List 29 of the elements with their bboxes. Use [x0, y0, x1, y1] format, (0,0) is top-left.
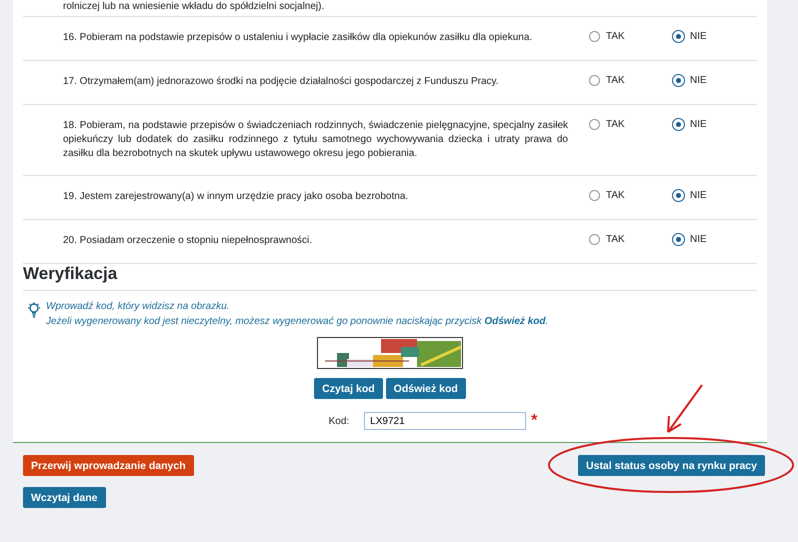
load-button[interactable]: Wczytaj dane: [23, 487, 106, 508]
submit-button[interactable]: Ustal status osoby na rynku pracy: [578, 455, 765, 476]
radio-option[interactable]: TAK: [589, 119, 673, 130]
cancel-button[interactable]: Przerwij wprowadzanie danych: [23, 455, 194, 476]
radio-option[interactable]: NIE: [673, 31, 757, 42]
code-field[interactable]: LX9721: [364, 412, 526, 430]
question-text: 17. Otrzymałem(am) jednorazowo środki na podjęcie działalności gospodarczej z Funduszu Pracy.: [63, 75, 500, 89]
radio-option[interactable]: NIE: [673, 190, 757, 201]
captcha-button[interactable]: Czytaj kod: [314, 378, 383, 399]
radio-option[interactable]: NIE: [673, 234, 757, 245]
lightbulb-icon: [27, 302, 41, 318]
radio-option[interactable]: TAK: [589, 234, 673, 245]
hint-text: Wprowadź kod, który widzisz na obrazku.: [46, 300, 230, 314]
question-text: rolniczej lub na wniesienie wkładu do spółdzielni socjalnej).: [23, 0, 757, 17]
captcha-button[interactable]: Odśwież kod: [386, 378, 466, 399]
radio-option[interactable]: TAK: [589, 190, 673, 201]
annotation-arrow: [666, 384, 704, 434]
radio-option[interactable]: NIE: [673, 75, 757, 86]
section-heading: Weryfikacja: [23, 264, 757, 291]
question-text: 16. Pobieram na podstawie przepisów o ustaleniu i wypłacie zasiłków dla opiekunów zasiłku dla opiekuna.: [63, 31, 534, 45]
required-mark: *: [531, 416, 538, 426]
radio-option[interactable]: NIE: [673, 119, 757, 130]
radio-option[interactable]: TAK: [589, 31, 673, 42]
radio-option[interactable]: TAK: [589, 75, 673, 86]
hint-text: Jeżeli wygenerowany kod jest nieczytelny, możesz wygenerować go ponownie naciskając przycisk Odśwież kod.: [46, 315, 548, 329]
question-text: 19. Jestem zarejestrowany(a) w innym urzędzie pracy jako osoba bezrobotna.: [63, 190, 410, 204]
question-text: 20. Posiadam orzeczenie o stopniu niepełnosprawności.: [63, 234, 314, 248]
field-label: Kod:: [328, 416, 350, 426]
question-text: 18. Pobieram, na podstawie przepisów o świadczeniach rodzinnych, świadczenie pielęgnacyjne, specjalny zasiłek opiekuńczy lub dodatek do zasiłku rodzinnego z tytułu samotnego wychowywania dziecka i utraty prawa do zasiłku dla bezrobotnych na skutek upływu ustawowego okresu jego pobierania.: [63, 119, 568, 161]
